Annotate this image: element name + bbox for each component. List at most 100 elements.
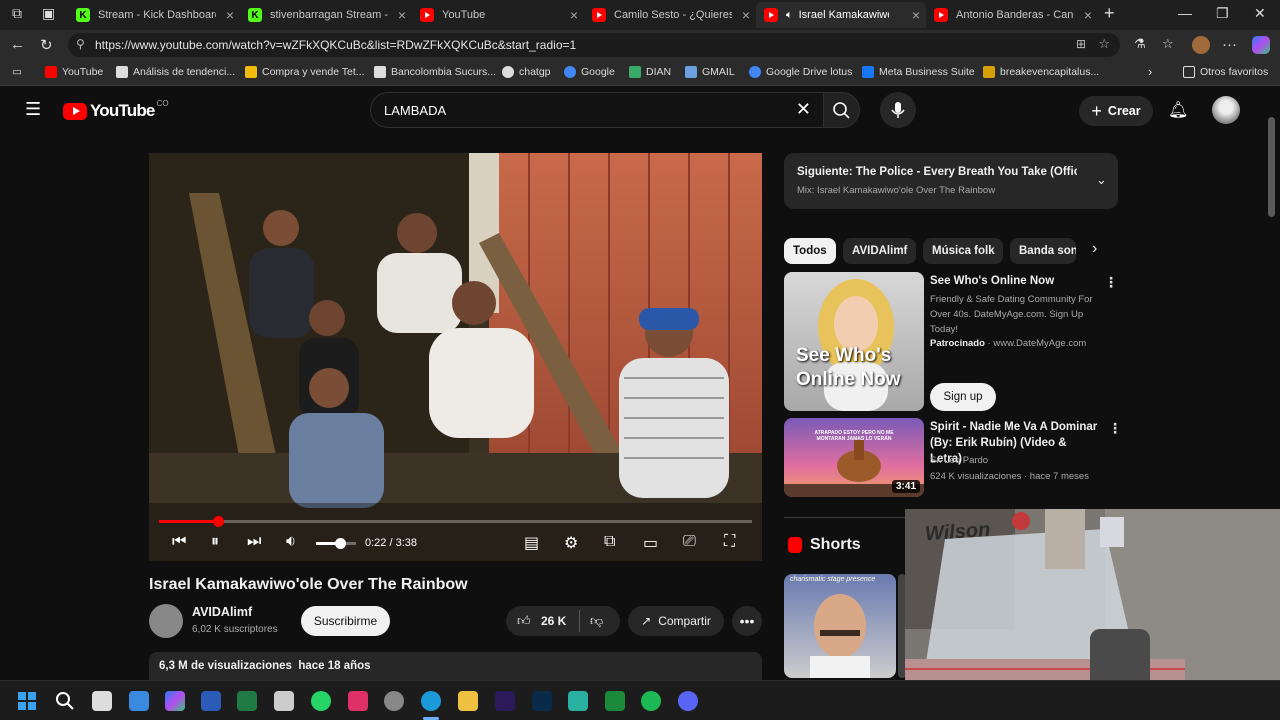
close-icon[interactable]: ×	[1084, 7, 1092, 23]
tab-actions-icon[interactable]: ▣	[42, 5, 55, 22]
new-tab-icon[interactable]: +	[1104, 3, 1115, 24]
maximize-icon[interactable]: ❐	[1216, 5, 1229, 22]
create-button[interactable]: + Crear	[1079, 96, 1153, 126]
bookmark-compra-vende[interactable]: Compra y vende Tet...	[245, 66, 365, 78]
search-button[interactable]	[824, 92, 860, 128]
subscribe-button[interactable]: Suscribirme	[301, 606, 390, 636]
more-vertical-icon[interactable]: ⋮	[1108, 420, 1122, 437]
bookmark-chatgpt[interactable]: chatgp	[502, 66, 551, 78]
word-icon[interactable]	[201, 691, 221, 711]
tab-youtube[interactable]: YouTube ×	[412, 2, 584, 28]
next-icon[interactable]: ⏭︎	[247, 533, 261, 551]
channel-avatar[interactable]	[149, 604, 183, 638]
start-windows-icon[interactable]	[17, 691, 37, 711]
chip-avidalimf[interactable]: AVIDAlimf	[843, 238, 916, 264]
progress-bar[interactable]	[159, 516, 752, 527]
profile-avatar[interactable]	[1192, 36, 1210, 54]
close-icon[interactable]: ×	[912, 7, 920, 23]
excel-icon[interactable]	[237, 691, 257, 711]
subtitles-icon[interactable]: ▤	[524, 533, 539, 553]
star-icon[interactable]: ☆	[1098, 36, 1110, 52]
up-next-card[interactable]: Siguiente: The Police - Every Breath You…	[784, 153, 1118, 209]
video-thumbnail-spirit[interactable]: ATRAPADO ESTOY PERO NO ME MONTARAN JAMAS…	[784, 418, 924, 497]
teams-icon[interactable]	[129, 691, 149, 711]
voice-search-button[interactable]	[880, 92, 916, 128]
notifications-bell-icon[interactable]: 🔔︎	[1168, 100, 1188, 120]
tab-camilo-sesto[interactable]: Camilo Sesto - ¿Quieres se ×	[584, 2, 756, 28]
bookmark-google-drive[interactable]: Google Drive lotus	[749, 66, 852, 78]
account-avatar[interactable]	[1212, 96, 1240, 124]
chip-todos[interactable]: Todos	[784, 238, 836, 264]
bookmark-tradingview[interactable]: Análisis de tendenci...	[116, 66, 235, 78]
bookmark-google[interactable]: Google	[564, 66, 615, 78]
scrollbar-thumb[interactable]	[1268, 117, 1275, 217]
youtube-logo[interactable]: YouTube CO	[63, 99, 169, 121]
extensions-icon[interactable]: ⚗	[1134, 36, 1146, 52]
share-button[interactable]: ↗ Compartir	[628, 606, 724, 636]
chip-musica-folk[interactable]: Música folk	[923, 238, 1003, 264]
task-view-icon[interactable]	[92, 691, 112, 711]
short-thumbnail[interactable]: charismatic stage presence	[784, 574, 896, 678]
premiere-icon[interactable]	[495, 691, 515, 711]
speaker-icon[interactable]: 🔈︎	[786, 9, 793, 22]
hamburger-menu-icon[interactable]: ☰	[25, 99, 41, 120]
url-field[interactable]: ⚲ https://www.youtube.com/watch?v=wZFkXQ…	[68, 33, 1120, 57]
ad-title[interactable]: See Who's Online Now	[930, 273, 1100, 289]
volume-handle[interactable]	[335, 538, 346, 549]
fullscreen-icon[interactable]: ⛶	[724, 533, 735, 551]
video-player[interactable]	[149, 153, 762, 561]
ad-thumbnail[interactable]: See Who's Online Now	[784, 272, 924, 411]
clear-search-icon[interactable]: ✕	[796, 99, 811, 120]
reading-list-icon[interactable]: ▭	[12, 66, 22, 78]
workspaces-icon[interactable]: ⧉	[12, 5, 22, 22]
channel-name[interactable]: AVIDAlimf	[192, 605, 252, 619]
pause-icon[interactable]: ⏸︎	[211, 533, 219, 551]
other-bookmarks[interactable]: Otros favoritos	[1183, 66, 1268, 78]
settings-gear-icon[interactable]: ⚙︎	[564, 533, 578, 553]
more-actions-button[interactable]: •••	[732, 606, 762, 636]
spotify-icon[interactable]	[641, 691, 661, 711]
close-window-icon[interactable]: ✕	[1254, 5, 1266, 22]
bookmark-bancolombia[interactable]: Bancolombia Sucurs...	[374, 66, 496, 78]
reload-icon[interactable]: ↻	[40, 36, 53, 54]
bookmark-meta-business[interactable]: Meta Business Suite	[862, 66, 975, 78]
settings-icon[interactable]	[384, 691, 404, 711]
file-explorer-icon[interactable]	[458, 691, 478, 711]
calculator-icon[interactable]	[274, 691, 294, 711]
search-input[interactable]: LAMBADA ✕	[370, 92, 824, 128]
bookmark-youtube[interactable]: YouTube	[45, 66, 103, 78]
capcut-icon[interactable]	[568, 691, 588, 711]
chevron-right-icon[interactable]: ›	[1148, 64, 1152, 79]
bookmark-gmail[interactable]: GMAIL	[685, 66, 735, 78]
close-icon[interactable]: ×	[226, 7, 234, 23]
bookmark-breakeven[interactable]: breakevencapitalus...	[983, 66, 1099, 78]
close-icon[interactable]: ×	[570, 7, 578, 23]
close-icon[interactable]: ×	[398, 7, 406, 23]
copilot-app-icon[interactable]	[165, 691, 185, 711]
theater-mode-icon[interactable]: ▭	[643, 533, 658, 553]
tab-kick-dashboard[interactable]: K Stream - Kick Dashboard ×	[68, 2, 240, 28]
tiktok-icon[interactable]	[348, 691, 368, 711]
volume-icon[interactable]: 🔉︎	[286, 533, 296, 551]
volume-slider[interactable]	[316, 538, 356, 549]
menu-dots-icon[interactable]: ···	[1222, 36, 1237, 53]
thumbs-down-icon[interactable]: 👎︎	[590, 613, 603, 629]
miniplayer-icon[interactable]: ⧉	[604, 533, 615, 551]
cast-icon[interactable]: ⎚	[683, 533, 696, 551]
tab-antonio-banderas[interactable]: Antonio Banderas - Cancio ×	[926, 2, 1098, 28]
minimize-icon[interactable]: —	[1178, 5, 1192, 21]
edge-icon[interactable]	[421, 691, 441, 711]
video-channel-spirit[interactable]: Sr. Leo Pardo	[930, 453, 988, 468]
photoshop-icon[interactable]	[532, 691, 552, 711]
whatsapp-icon[interactable]	[311, 691, 331, 711]
close-icon[interactable]: ×	[742, 7, 750, 23]
tab-kick-stream[interactable]: K stivenbarragan Stream - W ×	[240, 2, 412, 28]
more-vertical-icon[interactable]: ⋮	[1104, 274, 1118, 291]
sign-up-button[interactable]: Sign up	[930, 383, 996, 411]
bookmark-dian[interactable]: DIAN	[629, 66, 671, 78]
back-icon[interactable]: ←	[10, 36, 25, 53]
tab-israel-kamakawiwoole[interactable]: 🔈︎ Israel Kamakawiwo'ole ×	[756, 2, 926, 28]
chevron-down-icon[interactable]: ⌄	[1096, 172, 1107, 188]
copilot-icon[interactable]	[1252, 36, 1270, 54]
thumbs-up-icon[interactable]: 👍︎	[517, 613, 531, 629]
